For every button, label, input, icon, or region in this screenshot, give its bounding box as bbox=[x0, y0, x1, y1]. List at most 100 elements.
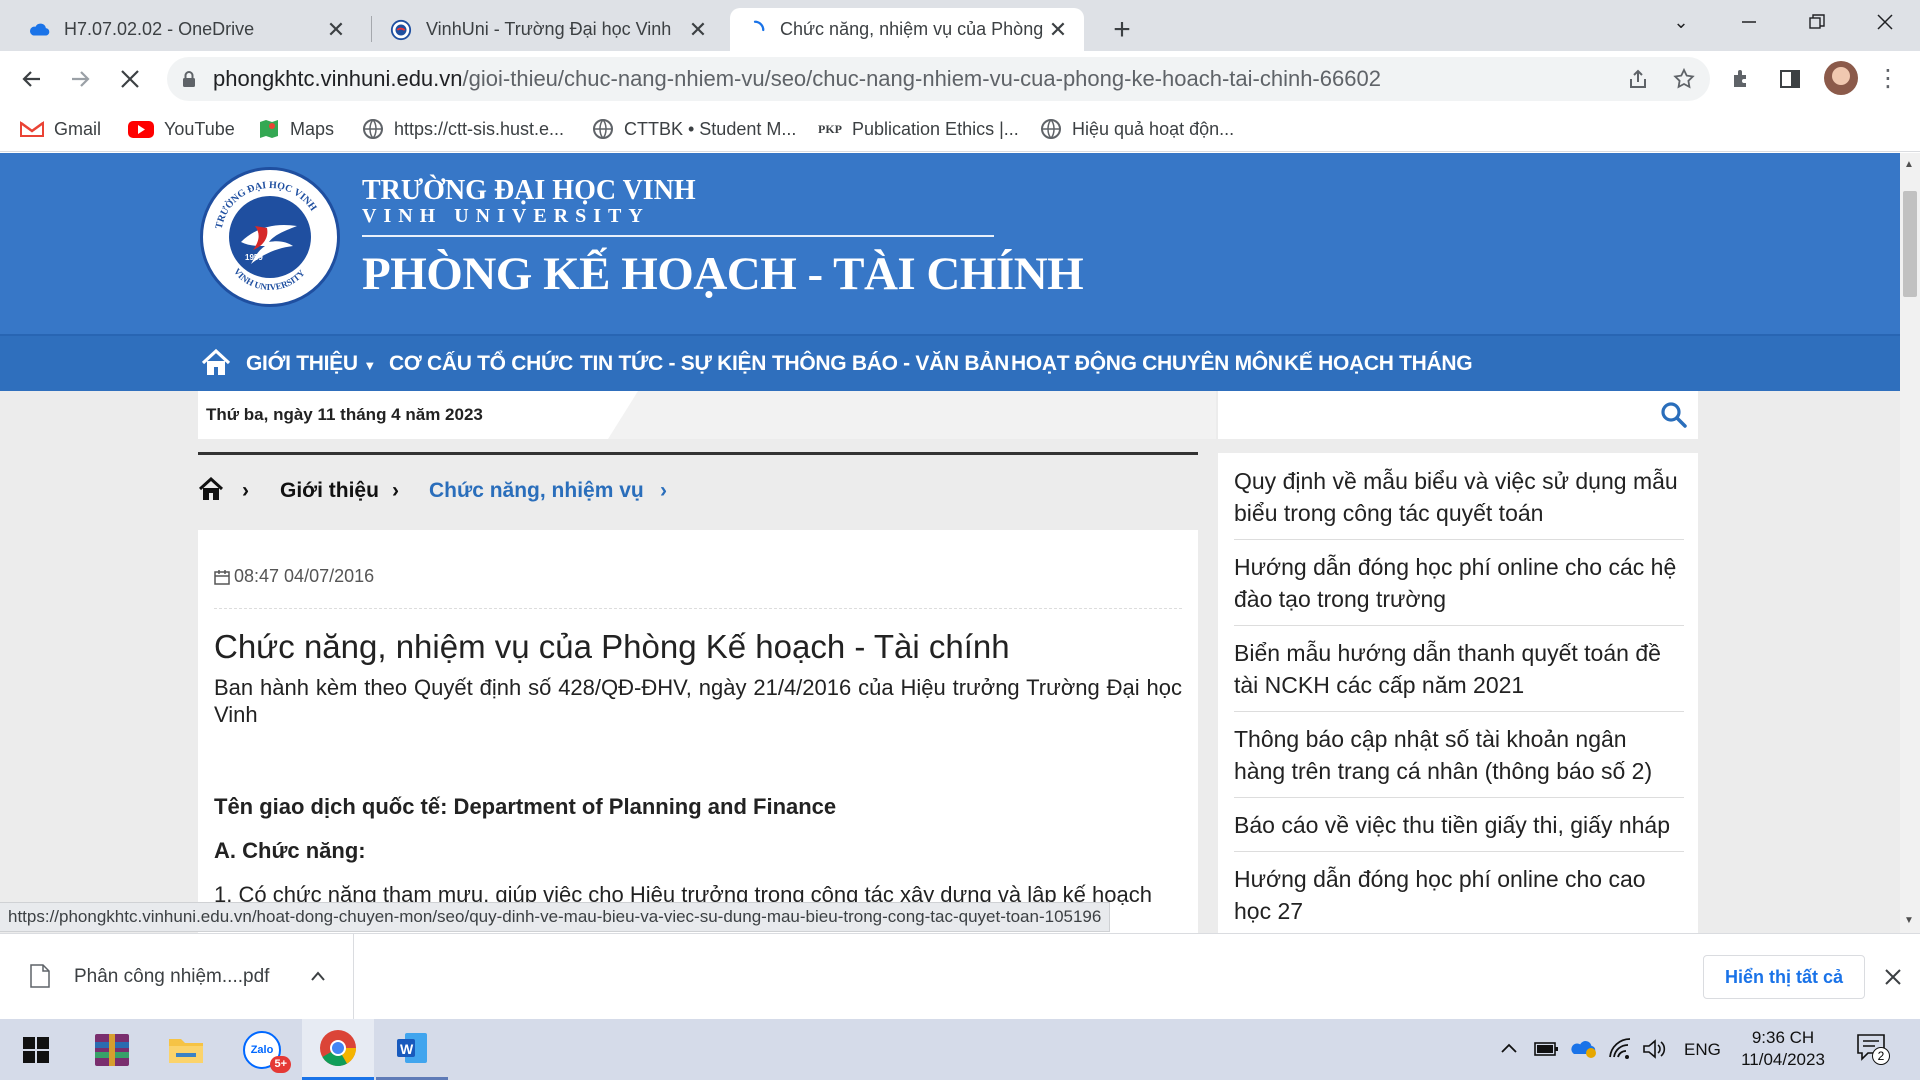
notification-count: 2 bbox=[1872, 1047, 1890, 1065]
close-icon bbox=[1877, 14, 1893, 30]
taskbar-winrar[interactable] bbox=[76, 1019, 148, 1080]
home-icon[interactable] bbox=[198, 477, 224, 501]
avatar-face bbox=[1832, 67, 1850, 85]
new-tab-button[interactable]: + bbox=[1100, 8, 1144, 51]
onedrive-sync-icon[interactable] bbox=[1570, 1036, 1598, 1060]
stop-loading-button[interactable] bbox=[108, 51, 152, 106]
download-shelf: Phân công nhiệm....pdf Hiển thị tất cả bbox=[0, 933, 1920, 1020]
loading-spinner-icon bbox=[753, 20, 765, 31]
extensions-button[interactable] bbox=[1720, 51, 1764, 106]
bookmark-gmail[interactable]: Gmail bbox=[20, 106, 101, 152]
scroll-down-arrow-icon[interactable]: ▼ bbox=[1904, 915, 1914, 926]
bookmark-ctt-sis[interactable]: https://ctt-sis.hust.e... bbox=[362, 106, 564, 152]
chevron-right-icon: › bbox=[392, 479, 399, 502]
forward-button[interactable] bbox=[58, 51, 102, 106]
page-scrollbar[interactable]: ▲ ▼ bbox=[1900, 153, 1920, 933]
home-icon[interactable] bbox=[200, 348, 232, 378]
restore-button[interactable] bbox=[1788, 0, 1846, 44]
tab-active-chuc-nang[interactable]: Chức năng, nhiệm vụ của Phòng ✕ bbox=[730, 8, 1084, 51]
url-path: /gioi-thieu/chuc-nang-nhiem-vu/seo/chuc-… bbox=[462, 66, 1381, 91]
sidebar-item-quy-dinh[interactable]: Quy định về mẫu biểu và việc sử dụng mẫu… bbox=[1234, 457, 1684, 540]
battery-icon[interactable] bbox=[1534, 1039, 1560, 1059]
show-all-downloads-button[interactable]: Hiển thị tất cả bbox=[1703, 955, 1865, 999]
bookmark-publication-ethics[interactable]: PKP Publication Ethics |... bbox=[818, 106, 1019, 152]
bookmark-youtube[interactable]: YouTube bbox=[128, 106, 235, 152]
bookmark-label: Publication Ethics |... bbox=[852, 118, 1019, 139]
calendar-icon bbox=[214, 569, 230, 585]
address-bar[interactable]: phongkhtc.vinhuni.edu.vn/gioi-thieu/chuc… bbox=[167, 57, 1710, 101]
sidebar-item-giay-thi[interactable]: Báo cáo về việc thu tiền giấy thi, giấy … bbox=[1234, 801, 1684, 852]
main-nav: GIỚI THIỆU ▼ CƠ CẤU TỔ CHỨC TIN TỨC - SỰ… bbox=[0, 334, 1900, 391]
start-button[interactable] bbox=[0, 1019, 72, 1080]
breadcrumb-chuc-nang[interactable]: Chức năng, nhiệm vụ bbox=[429, 465, 644, 517]
tab-strip: H7.07.02.02 - OneDrive ✕ VinhUni - Trườn… bbox=[0, 0, 1920, 51]
clock[interactable]: 9:36 CH 11/04/2023 bbox=[1728, 1027, 1838, 1071]
nav-label: GIỚI THIỆU bbox=[246, 352, 358, 375]
share-icon[interactable] bbox=[1626, 67, 1650, 91]
nav-co-cau-to-chuc[interactable]: CƠ CẤU TỔ CHỨC bbox=[389, 336, 573, 391]
close-icon[interactable]: ✕ bbox=[1046, 17, 1070, 43]
nav-ke-hoach-thang[interactable]: KẾ HOẠCH THÁNG bbox=[1284, 336, 1473, 391]
side-panel-button[interactable] bbox=[1768, 51, 1812, 106]
back-button[interactable] bbox=[10, 51, 54, 106]
bookmark-label: https://ctt-sis.hust.e... bbox=[394, 118, 565, 139]
search-icon[interactable] bbox=[1660, 401, 1688, 429]
nav-gioi-thieu[interactable]: GIỚI THIỆU ▼ bbox=[246, 336, 376, 391]
chevron-up-icon[interactable] bbox=[1500, 1042, 1518, 1054]
menu-kebab-icon[interactable]: ⋮ bbox=[1866, 51, 1910, 106]
search-box[interactable] bbox=[1218, 391, 1698, 439]
bookmark-hieu-qua[interactable]: Hiệu quả hoạt độn... bbox=[1040, 106, 1234, 152]
breadcrumb-gioi-thieu[interactable]: Giới thiệu bbox=[280, 465, 379, 517]
logo-year: 1959 bbox=[245, 253, 263, 262]
svg-text:W: W bbox=[400, 1041, 414, 1057]
close-icon[interactable]: ✕ bbox=[324, 17, 348, 43]
bookmark-cttbk[interactable]: CTTBK • Student M... bbox=[592, 106, 796, 152]
pkp-icon: PKP bbox=[818, 121, 842, 136]
taskbar-word[interactable]: W bbox=[376, 1019, 448, 1080]
star-icon[interactable] bbox=[1672, 67, 1696, 91]
university-logo[interactable]: 1959 TRƯỜNG ĐẠI HỌC VINH VINH UNIVERSITY bbox=[200, 167, 340, 307]
sidebar-item-bien-mau[interactable]: Biển mẫu hướng dẫn thanh quyết toán đề t… bbox=[1234, 629, 1684, 712]
nav-tin-tuc-su-kien[interactable]: TIN TỨC - SỰ KIỆN bbox=[580, 336, 766, 391]
globe-icon bbox=[593, 119, 613, 139]
sidebar-item-cao-hoc-27[interactable]: Hướng dẫn đóng học phí online cho cao họ… bbox=[1234, 855, 1684, 933]
date-bar: Thứ ba, ngày 11 tháng 4 năm 2023 bbox=[198, 391, 1216, 439]
bookmark-label: Gmail bbox=[54, 118, 102, 139]
article-divider bbox=[214, 608, 1182, 609]
article-title: Chức năng, nhiệm vụ của Phòng Kế hoạch -… bbox=[214, 628, 1010, 665]
download-filename: Phân công nhiệm....pdf bbox=[74, 966, 270, 987]
nav-hoat-dong-chuyen-mon[interactable]: HOẠT ĐỘNG CHUYÊN MÔN bbox=[1011, 336, 1283, 391]
speaker-icon[interactable] bbox=[1642, 1037, 1668, 1061]
close-icon[interactable]: ✕ bbox=[686, 17, 710, 43]
caret-down-icon: ▼ bbox=[363, 358, 376, 373]
bookmark-maps[interactable]: Maps bbox=[258, 106, 334, 152]
url-text[interactable]: phongkhtc.vinhuni.edu.vn/gioi-thieu/chuc… bbox=[213, 57, 1381, 101]
wifi-icon[interactable] bbox=[1608, 1037, 1632, 1061]
profile-avatar[interactable] bbox=[1824, 61, 1858, 95]
taskbar-file-explorer[interactable] bbox=[150, 1019, 222, 1080]
download-item[interactable]: Phân công nhiệm....pdf bbox=[0, 934, 354, 1020]
article-datetime: 08:47 04/07/2016 bbox=[214, 566, 374, 587]
chevron-up-icon[interactable] bbox=[310, 970, 326, 982]
tab-vinhuni[interactable]: VinhUni - Trường Đại học Vinh ✕ bbox=[376, 8, 724, 51]
taskbar-chrome[interactable] bbox=[302, 1019, 374, 1080]
tab-search-chevron-icon[interactable]: ⌄ bbox=[1652, 0, 1710, 44]
notification-center[interactable]: 2 bbox=[1856, 1033, 1890, 1067]
sidebar-item-thong-bao-tai-khoan[interactable]: Thông báo cập nhật số tài khoản ngân hàn… bbox=[1234, 715, 1684, 798]
arrow-right-icon bbox=[72, 70, 90, 87]
scrollbar-thumb[interactable] bbox=[1903, 191, 1917, 297]
close-icon bbox=[121, 69, 139, 88]
arrow-left-icon bbox=[22, 70, 40, 87]
input-language[interactable]: ENG bbox=[1684, 1019, 1721, 1080]
tab-onedrive[interactable]: H7.07.02.02 - OneDrive ✕ bbox=[14, 8, 362, 51]
tab-title: H7.07.02.02 - OneDrive bbox=[64, 19, 255, 39]
nav-thong-bao-van-ban[interactable]: THÔNG BÁO - VĂN BẢN bbox=[772, 336, 1009, 391]
close-window-button[interactable] bbox=[1856, 0, 1914, 44]
sidebar-item-hoc-phi-online[interactable]: Hướng dẫn đóng học phí online cho các hệ… bbox=[1234, 543, 1684, 626]
notification-badge: 5+ bbox=[270, 1055, 291, 1073]
close-icon[interactable] bbox=[1884, 968, 1902, 986]
taskbar-zalo[interactable]: Zalo 5+ bbox=[226, 1019, 298, 1080]
folder-icon bbox=[169, 1038, 203, 1063]
minimize-button[interactable] bbox=[1720, 0, 1778, 44]
scroll-up-arrow-icon[interactable]: ▲ bbox=[1904, 159, 1914, 170]
